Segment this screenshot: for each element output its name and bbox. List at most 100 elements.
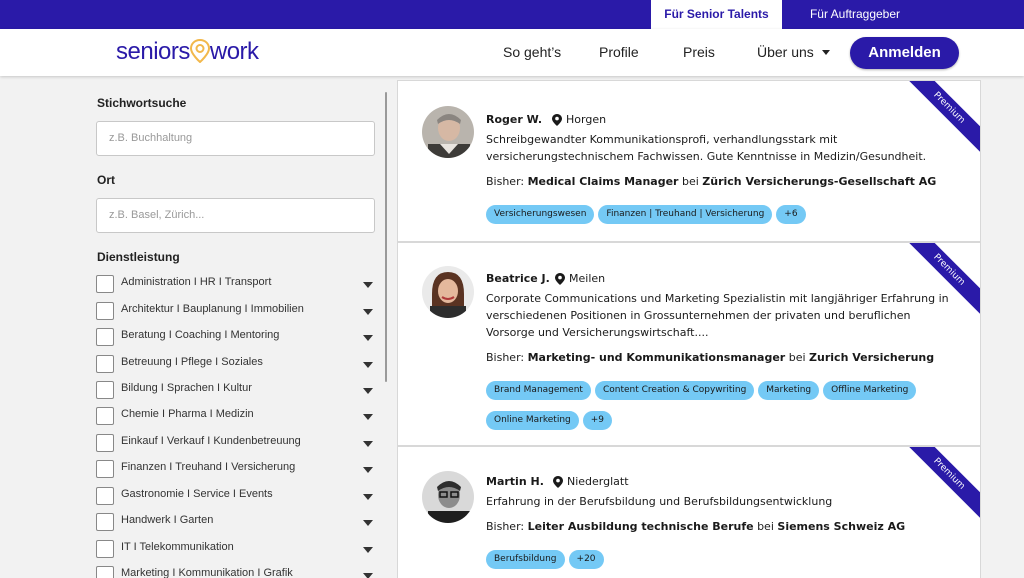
- checkbox[interactable]: [96, 487, 114, 505]
- more-tags-badge[interactable]: +20: [568, 550, 604, 569]
- profile-description: Schreibgewandter Kommunikationsprofi, ve…: [486, 133, 927, 163]
- skill-tag[interactable]: Finanzen | Treuhand | Versicherung: [598, 205, 773, 224]
- logo[interactable]: seniors work: [116, 37, 259, 67]
- expand-caret-icon[interactable]: [363, 388, 373, 394]
- service-option[interactable]: Betreuung I Pflege I Soziales: [96, 353, 376, 375]
- premium-ribbon: Premium: [896, 447, 980, 527]
- location-pin-icon: [555, 273, 565, 285]
- checkbox[interactable]: [96, 407, 114, 425]
- company: Zurich Versicherung: [809, 351, 935, 364]
- service-option[interactable]: Marketing I Kommunikation I Grafik: [96, 564, 376, 578]
- location-input[interactable]: z.B. Basel, Zürich...: [96, 198, 375, 233]
- role: Medical Claims Manager: [527, 175, 679, 188]
- expand-caret-icon[interactable]: [363, 414, 373, 420]
- service-option-label: Einkauf I Verkauf I Kundenbetreuung: [121, 435, 301, 447]
- service-option[interactable]: Einkauf I Verkauf I Kundenbetreuung: [96, 432, 376, 454]
- profile-description: Erfahrung in der Berufsbildung und Beruf…: [486, 495, 833, 508]
- sidebar-scrollbar[interactable]: [385, 92, 387, 382]
- bisher-prefix: Bisher:: [486, 520, 525, 533]
- skill-tag[interactable]: Versicherungswesen: [486, 205, 595, 224]
- expand-caret-icon[interactable]: [363, 362, 373, 368]
- expand-caret-icon[interactable]: [363, 520, 373, 526]
- login-button[interactable]: Anmelden: [850, 37, 959, 69]
- checkbox[interactable]: [96, 381, 114, 399]
- logo-text-left: seniors: [116, 38, 190, 65]
- service-option[interactable]: IT I Telekommunikation: [96, 538, 376, 560]
- location-label: Ort: [97, 173, 115, 187]
- company: Siemens Schweiz AG: [777, 520, 906, 533]
- checkbox[interactable]: [96, 513, 114, 531]
- profile-card[interactable]: Beatrice J. Meilen Corporate Communicati…: [397, 242, 981, 446]
- chevron-down-icon: [821, 50, 830, 55]
- profile-location: Horgen: [566, 113, 607, 126]
- service-option[interactable]: Architektur I Bauplanung I Immobilien: [96, 300, 376, 322]
- profile-description: Corporate Communications und Marketing S…: [486, 292, 949, 339]
- skill-tag[interactable]: Online Marketing: [486, 411, 579, 430]
- checkbox[interactable]: [96, 566, 114, 578]
- logo-at-pin-icon: [189, 37, 210, 63]
- checkbox[interactable]: [96, 460, 114, 478]
- skill-tags: Brand Management Content Creation & Copyw…: [486, 377, 966, 437]
- nav-preis[interactable]: Preis: [683, 29, 715, 76]
- logo-text-right: work: [209, 38, 259, 65]
- service-option-label: Chemie I Pharma I Medizin: [121, 408, 254, 420]
- expand-caret-icon[interactable]: [363, 309, 373, 315]
- expand-caret-icon[interactable]: [363, 282, 373, 288]
- checkbox[interactable]: [96, 355, 114, 373]
- service-option[interactable]: Bildung I Sprachen I Kultur: [96, 379, 376, 401]
- service-option[interactable]: Handwerk I Garten: [96, 511, 376, 533]
- expand-caret-icon[interactable]: [363, 441, 373, 447]
- service-option[interactable]: Chemie I Pharma I Medizin: [96, 405, 376, 427]
- nav-so-gehts[interactable]: So geht’s: [503, 29, 561, 76]
- service-option[interactable]: Beratung I Coaching I Mentoring: [96, 326, 376, 348]
- service-option-label: Marketing I Kommunikation I Grafik: [121, 567, 293, 578]
- checkbox[interactable]: [96, 328, 114, 346]
- checkbox[interactable]: [96, 275, 114, 293]
- tab-auftraggeber[interactable]: Für Auftraggeber: [790, 0, 920, 29]
- checkbox[interactable]: [96, 434, 114, 452]
- nav-ueber-uns-label: Über uns: [757, 44, 814, 60]
- expand-caret-icon[interactable]: [363, 547, 373, 553]
- profile-previous-role: Bisher: Marketing- und Kommunikationsman…: [486, 351, 934, 364]
- avatar: [422, 471, 474, 523]
- bei: bei: [788, 351, 806, 364]
- role: Leiter Ausbildung technische Berufe: [527, 520, 754, 533]
- profile-name[interactable]: Beatrice J.: [486, 272, 550, 285]
- keyword-search-input[interactable]: z.B. Buchhaltung: [96, 121, 375, 156]
- skill-tag[interactable]: Berufsbildung: [486, 550, 565, 569]
- more-tags-badge[interactable]: +6: [776, 205, 806, 224]
- profile-card[interactable]: Roger W. Horgen Schreibgewandter Kommuni…: [397, 80, 981, 242]
- nav-profile[interactable]: Profile: [599, 29, 639, 76]
- skill-tag[interactable]: Brand Management: [486, 381, 591, 400]
- nav-ueber-uns[interactable]: Über uns: [757, 29, 830, 76]
- profile-location: Niederglatt: [567, 475, 629, 488]
- audience-switch-bar: Für Senior Talents Für Auftraggeber: [0, 0, 1024, 29]
- checkbox[interactable]: [96, 302, 114, 320]
- service-option-label: Bildung I Sprachen I Kultur: [121, 382, 252, 394]
- expand-caret-icon[interactable]: [363, 467, 373, 473]
- expand-caret-icon[interactable]: [363, 573, 373, 578]
- service-option[interactable]: Finanzen I Treuhand I Versicherung: [96, 458, 376, 480]
- profile-name[interactable]: Martin H.: [486, 475, 544, 488]
- bei: bei: [681, 175, 699, 188]
- results-list: Roger W. Horgen Schreibgewandter Kommuni…: [397, 76, 981, 578]
- profile-location: Meilen: [569, 272, 606, 285]
- expand-caret-icon[interactable]: [363, 335, 373, 341]
- service-label: Dienstleistung: [97, 250, 180, 264]
- skill-tag[interactable]: Content Creation & Copywriting: [594, 381, 755, 400]
- role: Marketing- und Kommunikationsmanager: [527, 351, 786, 364]
- tab-senior-talents[interactable]: Für Senior Talents: [651, 0, 782, 29]
- service-option-label: Handwerk I Garten: [121, 514, 214, 526]
- service-option[interactable]: Administration I HR I Transport: [96, 273, 376, 295]
- skill-tag[interactable]: Offline Marketing: [823, 381, 917, 400]
- checkbox[interactable]: [96, 540, 114, 558]
- skill-tag[interactable]: Marketing: [758, 381, 820, 400]
- skill-tags: Versicherungswesen Finanzen | Treuhand | …: [486, 201, 966, 231]
- service-option-label: IT I Telekommunikation: [121, 541, 234, 553]
- profile-card[interactable]: Martin H. Niederglatt Erfahrung in der B…: [397, 446, 981, 578]
- more-tags-badge[interactable]: +9: [582, 411, 613, 430]
- service-option[interactable]: Gastronomie I Service I Events: [96, 485, 376, 507]
- profile-name[interactable]: Roger W.: [486, 113, 542, 126]
- profile-previous-role: Bisher: Leiter Ausbildung technische Ber…: [486, 520, 905, 533]
- expand-caret-icon[interactable]: [363, 494, 373, 500]
